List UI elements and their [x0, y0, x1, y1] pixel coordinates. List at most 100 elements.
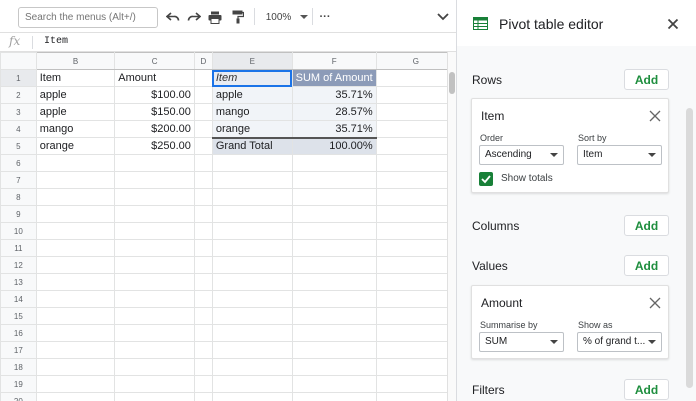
cell-d17[interactable] [193, 341, 213, 359]
cell-g12[interactable] [375, 256, 456, 274]
cell-b15[interactable] [35, 307, 116, 325]
cell-e15[interactable] [211, 307, 293, 325]
cell-b4[interactable]: mango [35, 120, 116, 138]
cell-g11[interactable] [375, 239, 456, 257]
cell-d3[interactable] [193, 103, 213, 121]
cell-e14[interactable] [211, 290, 293, 308]
cell-g8[interactable] [375, 188, 456, 206]
row-header[interactable]: 13 [0, 273, 37, 291]
row-header[interactable]: 18 [0, 358, 37, 376]
menu-search-input[interactable] [18, 7, 158, 28]
cell-b7[interactable] [35, 171, 116, 189]
row-header[interactable]: 9 [0, 205, 37, 223]
cell-f7[interactable] [291, 171, 377, 189]
cell-d8[interactable] [193, 188, 213, 206]
more-options-button[interactable]: ··· [316, 7, 334, 27]
cell-c1[interactable]: Amount [114, 69, 195, 87]
cell-e10[interactable] [211, 222, 293, 240]
row-header[interactable]: 1 [0, 69, 37, 87]
cell-g18[interactable] [375, 358, 456, 376]
cell-g13[interactable] [375, 273, 456, 291]
row-header[interactable]: 7 [0, 171, 37, 189]
cell-b13[interactable] [35, 273, 116, 291]
cell-g15[interactable] [375, 307, 456, 325]
cell-e16[interactable] [211, 324, 293, 342]
panel-scrollbar[interactable] [686, 108, 693, 388]
order-dropdown[interactable]: Ascending [479, 145, 564, 165]
zoom-select[interactable]: 100% [263, 7, 311, 27]
cell-g6[interactable] [375, 154, 456, 172]
grid-corner[interactable] [0, 52, 37, 70]
cell-c10[interactable] [114, 222, 195, 240]
cell-f9[interactable] [291, 205, 377, 223]
formula-input[interactable]: Item [44, 36, 68, 47]
cell-f19[interactable] [291, 375, 377, 393]
collapse-toolbar-icon[interactable] [436, 7, 450, 27]
cell-c15[interactable] [114, 307, 195, 325]
cell-b20[interactable] [35, 392, 116, 401]
cell-e6[interactable] [211, 154, 293, 172]
cell-e13[interactable] [211, 273, 293, 291]
row-header[interactable]: 8 [0, 188, 37, 206]
row-header[interactable]: 15 [0, 307, 37, 325]
cell-g2[interactable] [375, 86, 456, 104]
cell-g3[interactable] [375, 103, 456, 121]
cell-e2[interactable]: apple [211, 86, 293, 104]
cell-d13[interactable] [193, 273, 213, 291]
cell-d10[interactable] [193, 222, 213, 240]
cell-f8[interactable] [291, 188, 377, 206]
column-header[interactable]: G [375, 52, 456, 70]
cell-c5[interactable]: $250.00 [114, 137, 195, 155]
cell-b8[interactable] [35, 188, 116, 206]
cell-c11[interactable] [114, 239, 195, 257]
cell-f1[interactable]: SUM of Amount [291, 69, 377, 87]
scrollbar-thumb[interactable] [449, 72, 455, 94]
row-header[interactable]: 16 [0, 324, 37, 342]
cell-d14[interactable] [193, 290, 213, 308]
cell-f15[interactable] [291, 307, 377, 325]
cell-e5[interactable]: Grand Total [211, 136, 293, 155]
cell-b9[interactable] [35, 205, 116, 223]
row-header[interactable]: 11 [0, 239, 37, 257]
undo-icon[interactable] [165, 7, 181, 27]
cell-d6[interactable] [193, 154, 213, 172]
cell-f11[interactable] [291, 239, 377, 257]
cell-f16[interactable] [291, 324, 377, 342]
cell-g17[interactable] [375, 341, 456, 359]
cell-b10[interactable] [35, 222, 116, 240]
cell-f13[interactable] [291, 273, 377, 291]
row-header[interactable]: 19 [0, 375, 37, 393]
cell-e3[interactable]: mango [211, 103, 293, 121]
column-header[interactable]: F [291, 52, 377, 70]
cell-b2[interactable]: apple [35, 86, 116, 104]
cell-e7[interactable] [211, 171, 293, 189]
sort-by-dropdown[interactable]: Item [577, 145, 662, 165]
row-header[interactable]: 14 [0, 290, 37, 308]
cell-c17[interactable] [114, 341, 195, 359]
cell-d18[interactable] [193, 358, 213, 376]
cell-b6[interactable] [35, 154, 116, 172]
cell-f10[interactable] [291, 222, 377, 240]
cell-g20[interactable] [375, 392, 456, 401]
cell-g10[interactable] [375, 222, 456, 240]
cell-e12[interactable] [211, 256, 293, 274]
cell-d7[interactable] [193, 171, 213, 189]
cell-b1[interactable]: Item [35, 69, 116, 87]
cell-f6[interactable] [291, 154, 377, 172]
cell-e11[interactable] [211, 239, 293, 257]
cell-g14[interactable] [375, 290, 456, 308]
cell-g5[interactable] [375, 137, 456, 155]
cell-g9[interactable] [375, 205, 456, 223]
cell-g1[interactable] [375, 69, 456, 87]
paint-format-icon[interactable] [230, 7, 246, 27]
redo-icon[interactable] [186, 7, 202, 27]
close-icon[interactable] [665, 16, 681, 32]
show-totals-checkbox[interactable] [479, 172, 493, 186]
remove-row-field-icon[interactable] [648, 109, 662, 123]
cell-b3[interactable]: apple [35, 103, 116, 121]
cell-f4[interactable]: 35.71% [291, 120, 377, 138]
cell-b11[interactable] [35, 239, 116, 257]
cell-f20[interactable] [291, 392, 377, 401]
row-header[interactable]: 12 [0, 256, 37, 274]
show-as-dropdown[interactable]: % of grand t... [577, 332, 662, 352]
